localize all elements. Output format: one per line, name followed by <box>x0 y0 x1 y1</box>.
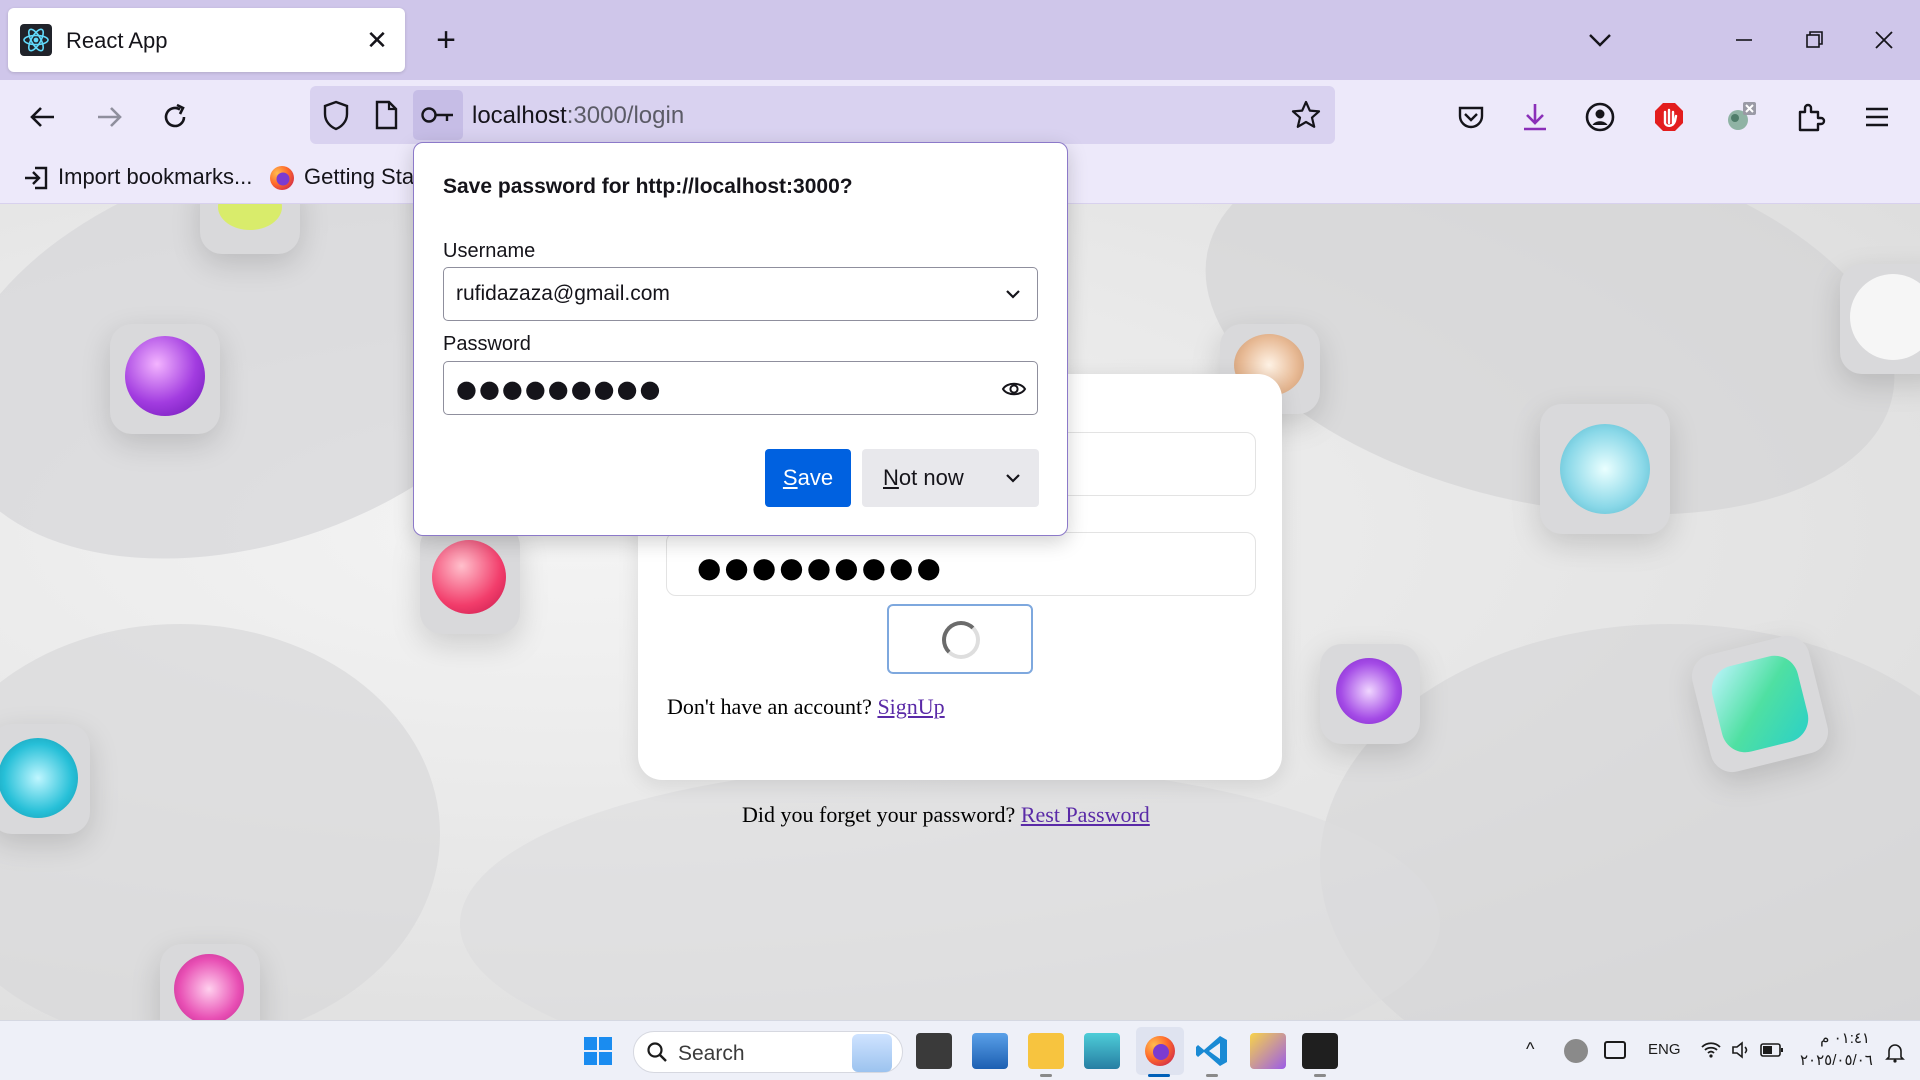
import-bookmarks-icon <box>22 164 50 192</box>
firefox-taskbar-icon <box>1145 1036 1175 1066</box>
decorative-keycap <box>110 324 220 434</box>
decorative-keycap <box>1320 644 1420 744</box>
url-path: :3000/login <box>566 102 685 129</box>
taskbar-search-box[interactable]: Search <box>633 1031 903 1073</box>
getting-started-link[interactable]: Getting Star <box>304 164 414 190</box>
pocket-icon[interactable] <box>1454 100 1488 134</box>
login-button-loading[interactable] <box>887 604 1033 674</box>
running-indicator <box>1206 1074 1218 1077</box>
signup-link[interactable]: SignUp <box>877 694 944 719</box>
photos-app-icon[interactable] <box>972 1033 1008 1069</box>
chevron-down-icon[interactable] <box>1003 468 1023 488</box>
signup-prompt: Don't have an account? SignUp <box>667 694 945 720</box>
save-password-button[interactable]: Save <box>765 449 851 507</box>
firefox-icon <box>268 164 296 192</box>
window-restore-icon[interactable] <box>1798 24 1830 56</box>
url-bar[interactable]: localhost:3000/login <box>310 86 1335 144</box>
search-highlight-image <box>852 1034 892 1072</box>
extensions-puzzle-icon[interactable] <box>1794 100 1828 134</box>
clock-date[interactable]: ٢٠٢٥/٠٥/٠٦ <box>1800 1051 1873 1069</box>
running-indicator <box>1040 1074 1052 1077</box>
loading-spinner-icon <box>942 621 980 659</box>
tab-close-icon[interactable]: ✕ <box>363 26 391 54</box>
chevron-down-icon[interactable] <box>1003 284 1023 304</box>
username-label: Username <box>443 240 536 262</box>
not-now-label-rest: ot now <box>898 465 964 490</box>
task-view-icon[interactable] <box>916 1033 952 1069</box>
decorative-keycap <box>1840 264 1920 374</box>
decorative-keycap <box>160 944 260 1020</box>
decorative-keycap <box>420 524 520 634</box>
notifications-bell-icon[interactable] <box>1884 1041 1906 1063</box>
password-key-button[interactable] <box>413 90 463 140</box>
onedrive-status-icon[interactable] <box>1564 1039 1588 1063</box>
import-bookmarks-link[interactable]: Import bookmarks... <box>58 164 252 190</box>
downloads-icon[interactable] <box>1518 100 1552 134</box>
react-logo-icon <box>20 24 52 56</box>
username-value: rufidazaza@gmail.com <box>456 282 670 305</box>
active-indicator <box>1148 1074 1170 1077</box>
window-close-icon[interactable] <box>1868 24 1900 56</box>
file-explorer-icon[interactable] <box>1028 1033 1064 1069</box>
firefox-taskbar-active[interactable] <box>1136 1027 1184 1075</box>
windows-start-icon[interactable] <box>580 1033 616 1069</box>
tab-strip: React App ✕ + <box>0 0 1920 80</box>
clock-time[interactable]: ٠١:٤١ م <box>1800 1029 1870 1047</box>
tray-overflow-chevron-icon[interactable]: ^ <box>1526 1039 1534 1060</box>
battery-icon[interactable] <box>1760 1041 1784 1059</box>
not-now-accesskey: N <box>883 465 899 490</box>
volume-icon[interactable] <box>1730 1039 1752 1061</box>
show-password-eye-icon[interactable] <box>1001 376 1027 402</box>
windows-taskbar: Search ^ ENG ٠١:٤١ م ٢٠٢٥/٠٥/٠٦ <box>0 1020 1920 1080</box>
forward-arrow-icon[interactable] <box>92 100 126 134</box>
language-indicator[interactable]: ENG <box>1648 1041 1681 1058</box>
ublock-extension-icon[interactable] <box>1652 100 1686 134</box>
page-info-icon[interactable] <box>372 98 400 132</box>
window-minimize-icon[interactable] <box>1728 24 1760 56</box>
decorative-keycap <box>200 204 300 254</box>
password-input[interactable]: ●●●●●●●●● <box>443 361 1038 415</box>
forgot-password-text: Did you forget your password? <box>742 802 1016 827</box>
not-now-button[interactable]: Not now <box>862 449 1039 507</box>
url-host: localhost <box>472 102 567 129</box>
reload-icon[interactable] <box>158 100 192 134</box>
tab-react-app[interactable]: React App ✕ <box>8 8 405 72</box>
extension-disabled-icon[interactable] <box>1724 100 1758 134</box>
search-icon <box>646 1041 668 1063</box>
popup-title: Save password for http://localhost:3000? <box>443 175 853 198</box>
account-icon[interactable] <box>1583 100 1617 134</box>
password-value: ●●●●●●●●● <box>456 375 663 403</box>
terminal-icon[interactable] <box>1302 1033 1338 1069</box>
url-text[interactable]: localhost:3000/login <box>472 102 684 130</box>
list-all-tabs-chevron-icon[interactable] <box>1584 24 1616 56</box>
decorative-keycap <box>1540 404 1670 534</box>
username-dropdown[interactable]: rufidazaza@gmail.com <box>443 267 1038 321</box>
forgot-password-prompt: Did you forget your password? Rest Passw… <box>742 802 1150 828</box>
save-button-accesskey: S <box>782 465 798 490</box>
password-label: Password <box>443 333 531 355</box>
new-tab-button[interactable]: + <box>428 20 464 60</box>
tab-title: React App <box>66 28 168 53</box>
save-password-popup: Save password for http://localhost:3000?… <box>413 142 1068 536</box>
key-icon <box>421 107 453 123</box>
keyboard-layout-icon[interactable] <box>1604 1041 1626 1059</box>
wifi-icon[interactable] <box>1700 1039 1722 1061</box>
bookmark-star-icon[interactable] <box>1289 98 1323 132</box>
vscode-icon[interactable] <box>1194 1033 1230 1069</box>
save-button-label: ave <box>797 465 834 490</box>
signup-prompt-text: Don't have an account? <box>667 694 872 719</box>
app-menu-hamburger-icon[interactable] <box>1860 100 1894 134</box>
remote-desktop-icon[interactable] <box>1084 1033 1120 1069</box>
not-now-label: Not now <box>883 465 964 491</box>
reset-password-link[interactable]: Rest Password <box>1021 802 1150 827</box>
back-arrow-icon[interactable] <box>26 100 60 134</box>
tracking-protection-shield-icon[interactable] <box>320 98 352 132</box>
paint-app-icon[interactable] <box>1250 1033 1286 1069</box>
decorative-keycap <box>0 724 90 834</box>
search-label: Search <box>678 1042 745 1065</box>
password-field[interactable]: ●●●●●●●●● <box>666 532 1256 596</box>
password-field-value: ●●●●●●●●● <box>697 551 944 584</box>
running-indicator <box>1314 1074 1326 1077</box>
